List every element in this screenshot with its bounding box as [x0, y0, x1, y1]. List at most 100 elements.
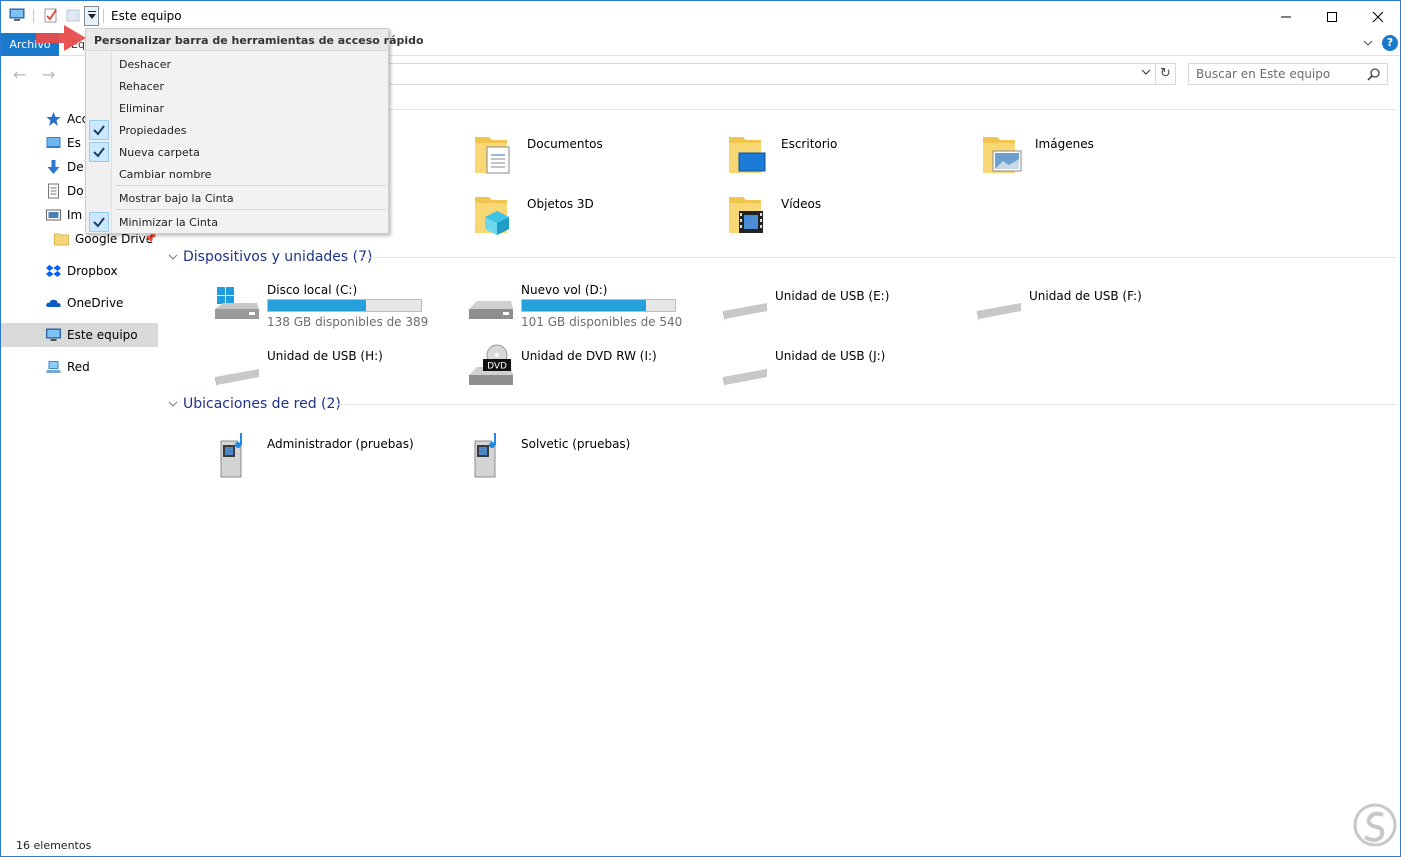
menu-item-new-folder[interactable]: Nueva carpeta	[86, 141, 388, 163]
network-icon	[46, 361, 61, 373]
menu-item-rename[interactable]: Cambiar nombre	[86, 163, 388, 185]
objects3d-folder-icon	[475, 197, 509, 235]
menu-header: Personalizar barra de herramientas de ac…	[86, 29, 424, 51]
menu-item-undo[interactable]: Deshacer	[86, 53, 388, 75]
refresh-icon[interactable]: ↻	[1155, 64, 1175, 84]
menu-item-redo[interactable]: Rehacer	[86, 75, 388, 97]
drive-tile[interactable]: Unidad de USB (J:)	[721, 343, 971, 399]
network-tile[interactable]: Solvetic (pruebas)	[467, 431, 717, 487]
new-folder-icon[interactable]	[65, 7, 81, 23]
drive-name: Unidad de DVD RW (I:)	[521, 349, 657, 363]
drive-name: Unidad de USB (H:)	[267, 349, 383, 363]
drive-tile[interactable]: Nuevo vol (D:) 101 GB disponibles de 540	[467, 277, 717, 333]
chevron-down-icon	[168, 254, 178, 260]
folder-tile[interactable]: Vídeos	[727, 191, 977, 247]
group-title: Dispositivos y unidades (7)	[183, 249, 373, 265]
folder-name: Escritorio	[781, 137, 838, 151]
pin-icon[interactable]: 📌	[144, 233, 156, 244]
sidebar-item-network[interactable]: Red	[1, 355, 158, 379]
folder-icon	[54, 233, 69, 246]
chevron-down-icon	[88, 14, 96, 19]
folder-tile[interactable]: Imágenes	[981, 131, 1231, 187]
maximize-button[interactable]	[1309, 1, 1355, 32]
sidebar-item-dropbox[interactable]: Dropbox	[1, 259, 158, 283]
drive-tile[interactable]: Unidad de USB (H:)	[213, 343, 463, 399]
qat-customize-button[interactable]	[84, 6, 99, 26]
group-divider	[361, 257, 1396, 258]
chevron-down-icon[interactable]	[1141, 67, 1151, 77]
group-divider	[336, 404, 1396, 405]
drive-usage-fill	[268, 300, 366, 311]
minimize-button[interactable]	[1263, 1, 1309, 32]
search-icon	[1367, 68, 1380, 81]
menu-item-label: Nueva carpeta	[119, 146, 200, 159]
drive-tile[interactable]: DVD Unidad de DVD RW (I:)	[467, 343, 717, 399]
videos-folder-icon	[729, 197, 763, 233]
group-header-devices[interactable]: Dispositivos y unidades (7)	[167, 247, 373, 267]
drive-tile[interactable]: Unidad de USB (E:)	[721, 277, 971, 333]
check-icon	[89, 212, 109, 232]
usb-drive-icon	[723, 369, 767, 387]
document-icon	[48, 183, 59, 199]
folder-name: Documentos	[527, 137, 603, 151]
menu-item-show-below[interactable]: Mostrar bajo la Cinta	[86, 187, 388, 209]
menu-item-label: Minimizar la Cinta	[119, 216, 218, 229]
desktop-icon	[46, 137, 61, 148]
drive-tile[interactable]: Unidad de USB (F:)	[975, 277, 1225, 333]
dvd-drive-icon: DVD	[469, 344, 513, 385]
menu-item-delete[interactable]: Eliminar	[86, 97, 388, 119]
sidebar-item-onedrive[interactable]: OneDrive	[1, 291, 158, 315]
solvetic-logo-icon	[1353, 803, 1397, 847]
folder-tile[interactable]: Objetos 3D	[473, 191, 723, 247]
media-server-icon	[474, 433, 496, 478]
media-server-icon	[220, 433, 242, 478]
drive-usage-fill	[522, 300, 646, 311]
close-button[interactable]	[1355, 1, 1401, 32]
onedrive-icon	[46, 299, 61, 307]
sidebar-item-label: Im	[67, 208, 83, 222]
ribbon-expand-icon[interactable]	[1361, 36, 1375, 50]
close-icon	[1372, 11, 1384, 22]
network-tile[interactable]: Administrador (pruebas)	[213, 431, 463, 487]
drive-usage-bar	[521, 299, 676, 312]
menu-item-minimize-ribbon[interactable]: Minimizar la Cinta	[86, 211, 388, 233]
folder-tile[interactable]: Escritorio	[727, 131, 977, 187]
drive-free-space: 138 GB disponibles de 389	[267, 315, 429, 329]
check-icon	[89, 142, 109, 162]
drive-name: Nuevo vol (D:)	[521, 283, 608, 297]
menu-header-label: Personalizar barra de herramientas de ac…	[94, 34, 424, 47]
forward-arrow-icon[interactable]: →	[42, 65, 55, 84]
qat-separator	[103, 9, 104, 23]
group-header-network[interactable]: Ubicaciones de red (2)	[167, 394, 341, 414]
menu-item-label: Deshacer	[119, 58, 172, 71]
maximize-icon	[1327, 11, 1337, 22]
drive-name: Unidad de USB (E:)	[775, 289, 890, 303]
sidebar-item-this-pc[interactable]: Este equipo	[1, 323, 158, 347]
status-bar: 16 elementos	[1, 837, 1400, 857]
check-icon	[89, 120, 109, 140]
back-arrow-icon[interactable]: ←	[13, 65, 26, 84]
folder-tile[interactable]: Documentos	[473, 131, 723, 187]
sidebar-item-label: Este equipo	[67, 328, 138, 342]
menu-item-label: Mostrar bajo la Cinta	[119, 192, 234, 205]
help-icon[interactable]: ?	[1382, 35, 1398, 51]
properties-icon[interactable]	[43, 7, 59, 23]
network-location-name: Administrador (pruebas)	[267, 437, 414, 451]
drive-tile[interactable]: Disco local (C:) 138 GB disponibles de 3…	[213, 277, 463, 333]
search-placeholder: Buscar en Este equipo	[1196, 67, 1331, 81]
download-icon	[47, 160, 60, 174]
menu-item-label: Propiedades	[119, 124, 187, 137]
folder-name: Vídeos	[781, 197, 822, 211]
qat-customize-menu: Personalizar barra de herramientas de ac…	[85, 28, 424, 234]
sidebar-item-label: De	[67, 160, 84, 174]
windows-drive-icon	[215, 287, 259, 319]
folder-name: Objetos 3D	[527, 197, 594, 211]
documents-folder-icon	[475, 137, 510, 174]
menu-item-properties[interactable]: Propiedades	[86, 119, 388, 141]
group-divider	[386, 109, 1396, 110]
address-bar[interactable]: ↻	[386, 63, 1176, 85]
dvd-badge: DVD	[487, 362, 507, 372]
menu-item-label: Rehacer	[119, 80, 164, 93]
chevron-down-icon	[168, 401, 178, 407]
search-input[interactable]: Buscar en Este equipo	[1188, 63, 1388, 85]
